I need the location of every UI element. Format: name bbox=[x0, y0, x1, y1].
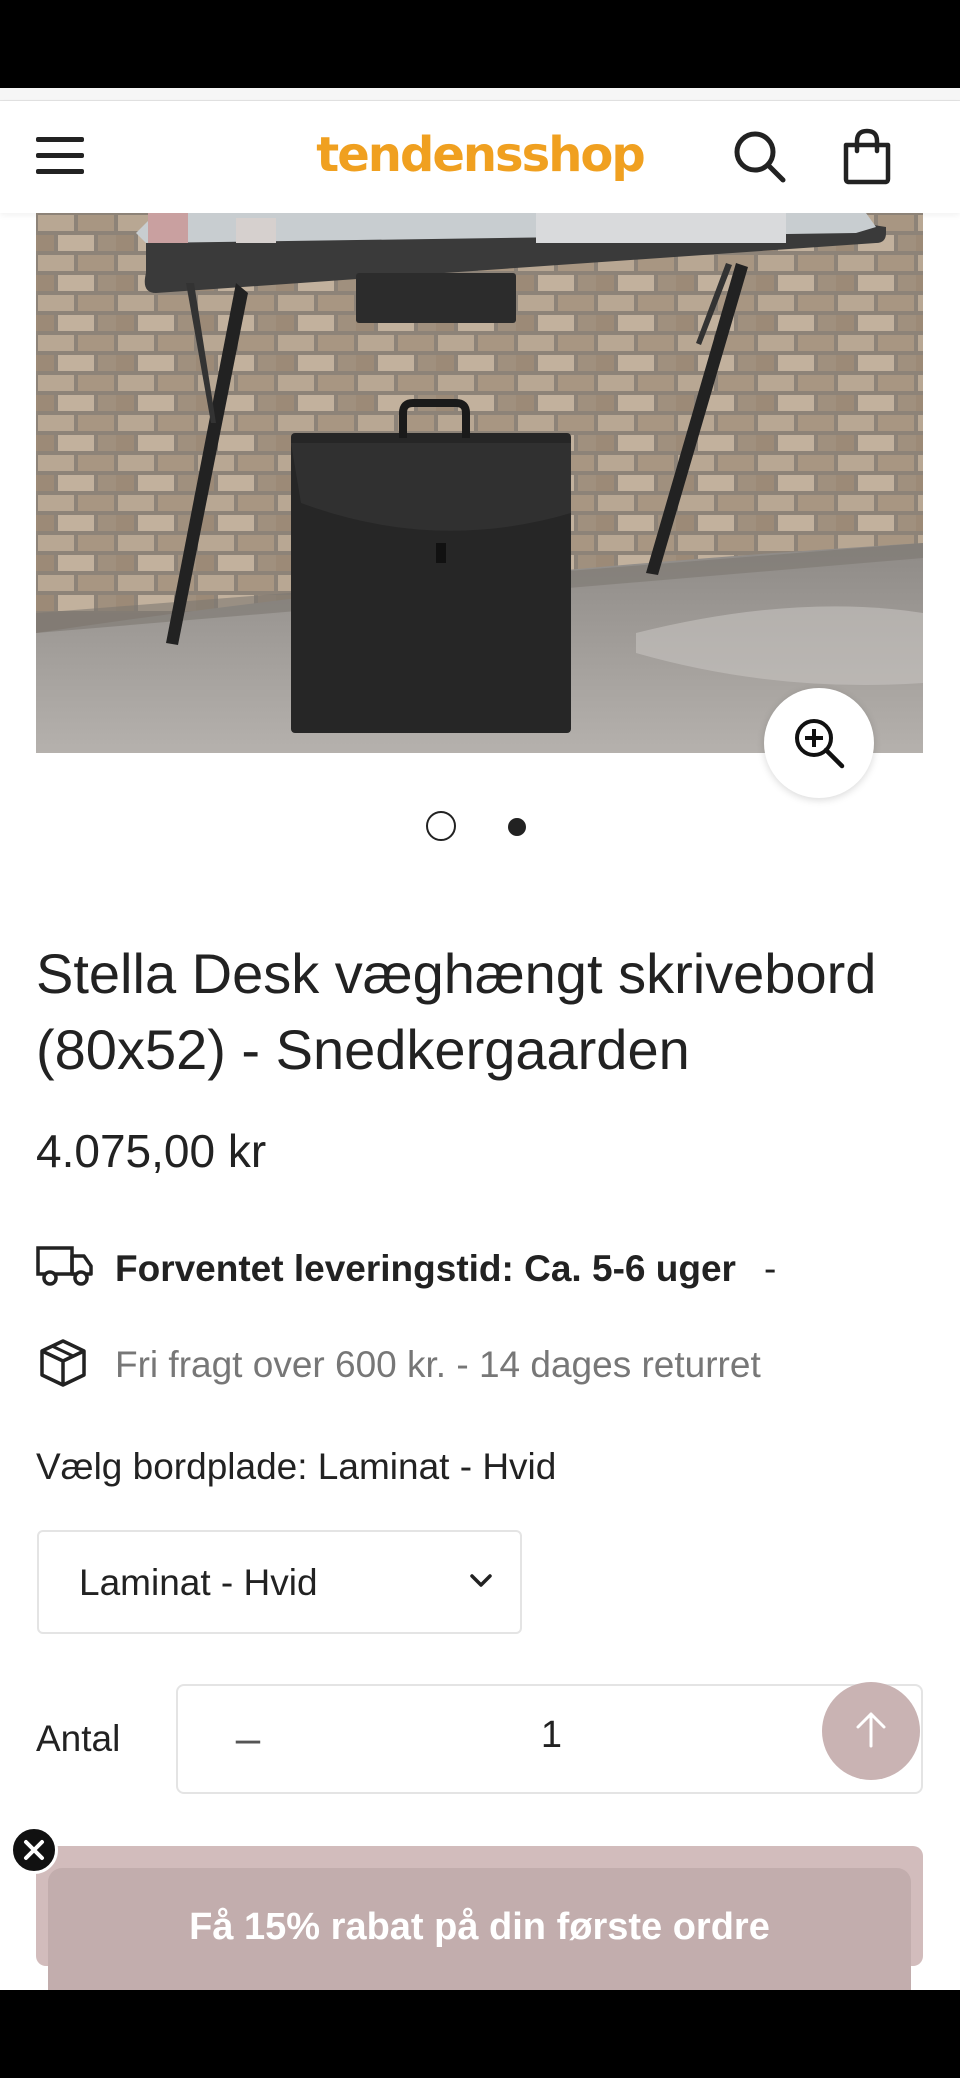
close-icon bbox=[24, 1840, 44, 1860]
truck-icon bbox=[36, 1246, 93, 1286]
delivery-info: Forventet leveringstid: Ca. 5-6 uger - bbox=[36, 1236, 936, 1296]
page: tendensshop Stella Desk væghængt skriveb… bbox=[0, 88, 960, 1990]
shopping-bag-icon[interactable] bbox=[840, 127, 894, 185]
close-promo-button[interactable] bbox=[10, 1826, 58, 1874]
header: tendensshop bbox=[0, 101, 960, 213]
shipping-text: Fri fragt over 600 kr. - 14 dages returr… bbox=[115, 1344, 761, 1385]
delivery-time-text: Forventet leveringstid: Ca. 5-6 uger bbox=[115, 1248, 736, 1289]
gallery-pagination bbox=[0, 811, 960, 847]
chevron-down-icon bbox=[470, 1574, 492, 1587]
shipping-info: Fri fragt over 600 kr. - 14 dages returr… bbox=[36, 1332, 936, 1392]
quantity-label: Antal bbox=[36, 1718, 121, 1759]
product-image-gallery[interactable] bbox=[36, 213, 923, 753]
variant-select-value: Laminat - Hvid bbox=[79, 1562, 318, 1603]
delivery-suffix: - bbox=[764, 1248, 777, 1289]
arrow-up-icon bbox=[856, 1712, 886, 1748]
gallery-dot-1[interactable] bbox=[426, 811, 456, 841]
variant-select[interactable]: Laminat - Hvid bbox=[37, 1530, 522, 1634]
product-photo bbox=[36, 213, 923, 753]
top-divider bbox=[0, 88, 960, 101]
promo-text: Få 15% rabat på din første ordre bbox=[189, 1906, 770, 1948]
variant-label: Vælg bordplade: Laminat - Hvid bbox=[36, 1446, 557, 1487]
scroll-to-top-button[interactable] bbox=[822, 1682, 920, 1780]
zoom-in-icon bbox=[795, 719, 845, 769]
gallery-dot-2-active[interactable] bbox=[508, 818, 526, 836]
package-icon bbox=[40, 1339, 86, 1387]
zoom-button[interactable] bbox=[764, 688, 874, 798]
product-price: 4.075,00 kr bbox=[36, 1125, 267, 1177]
search-icon[interactable] bbox=[732, 129, 788, 185]
quantity-input[interactable]: 1 bbox=[178, 1714, 925, 1757]
discount-promo-banner[interactable]: Få 15% rabat på din første ordre bbox=[48, 1868, 911, 1990]
product-title: Stella Desk væghængt skrivebord (80x52) … bbox=[36, 942, 877, 1081]
site-logo[interactable]: tendensshop bbox=[0, 127, 960, 183]
quantity-stepper: – 1 bbox=[176, 1684, 923, 1794]
